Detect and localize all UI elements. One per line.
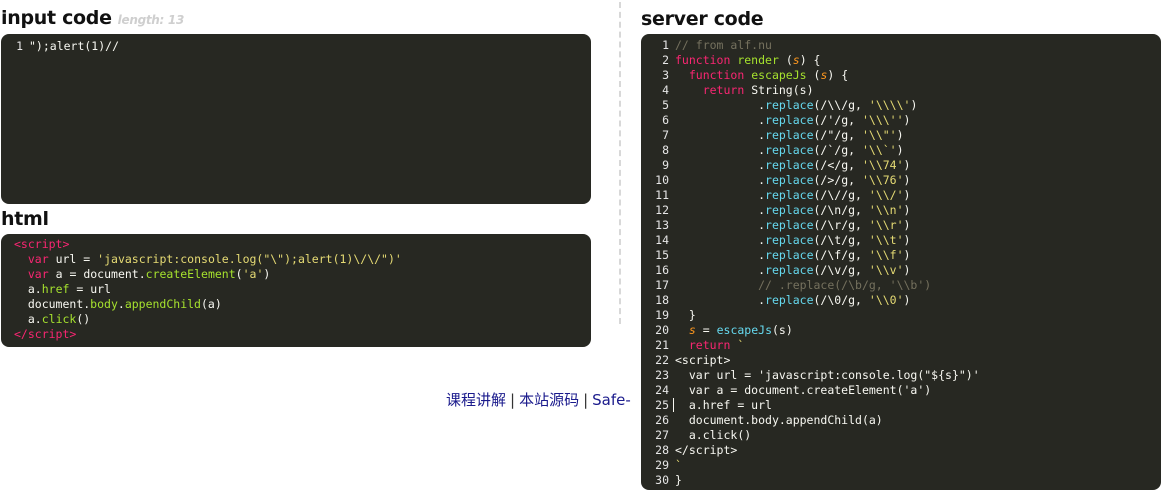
footer-separator: | [510,391,516,409]
html-output-panel: <script> var url = 'javascript:console.l… [1,234,591,347]
server-line: 4 return String(s) [662,83,814,97]
html-line: </script> [14,327,77,341]
server-line: 11 .replace(/\//g, '\\/') [655,188,911,202]
input-code-heading: input code length: 13 [1,7,184,29]
line-number: 1 [16,39,23,53]
server-line: 10 .replace(/>/g, '\\76') [655,173,911,187]
server-line: 12 .replace(/\n/g, '\\n') [655,203,911,217]
server-line: 29 ` [655,458,682,472]
text-cursor [673,398,674,412]
server-line: 3 function escapeJs (s) { [662,68,849,82]
column-divider [619,2,621,324]
server-line: 23 var url = 'javascript:console.log("${… [655,368,980,382]
html-line: document.body.appendChild(a) [27,297,222,311]
server-line: 6 .replace(/'/g, '\\\'') [662,113,911,127]
server-code-title: server code [641,8,764,30]
input-code-title: input code [1,7,112,29]
server-line: 1// from alf.nu [662,38,772,52]
input-code-text[interactable]: ");alert(1)// [29,39,119,53]
html-line: a.href = url [27,282,111,296]
server-line: 30} [655,473,682,487]
server-line: 9 .replace(/</g, '\\74') [662,158,911,172]
server-line: 19 } [655,308,696,322]
server-code-panel: 1// from alf.nu 2 function render (s) { 3… [641,34,1161,490]
server-line: 15 .replace(/\f/g, '\\f') [655,248,911,262]
server-line: 27 a.click() [655,428,752,442]
html-heading: html [1,208,49,230]
server-line: 26 document.body.appendChild(a) [655,413,883,427]
server-line: 7 .replace(/"/g, '\\"') [662,128,904,142]
html-line: var url = 'javascript:console.log("\");a… [27,252,402,266]
safe-link[interactable]: Safe- [592,391,631,409]
server-line: 28 </script> [655,443,738,457]
server-line: 16 .replace(/\v/g, '\\v') [655,263,911,277]
input-code-editor[interactable]: 1 ");alert(1)// [1,34,591,204]
html-line: var a = document.createElement('a') [27,267,271,281]
input-line: 1 ");alert(1)// [1,39,591,54]
server-line: 18 .replace(/\0/g, '\\0') [655,293,911,307]
course-link[interactable]: 课程讲解 [446,391,506,409]
server-line: 25 a.href = url [655,398,772,412]
server-line: 17 // .replace(/\b/g, '\\b') [655,278,932,292]
html-line: a.click() [27,312,91,326]
server-line: 8 .replace(/`/g, '\\`') [662,143,904,157]
server-line: 20 s = escapeJs(s) [655,323,793,337]
length-label: length: 13 [117,13,185,27]
server-line: 21 return ` [655,338,745,352]
server-line: 14 .replace(/\t/g, '\\t') [655,233,911,247]
server-line: 2 function render (s) { [662,53,821,67]
server-code-heading: server code [641,8,764,30]
html-title: html [1,208,49,230]
footer-separator: | [583,391,589,409]
server-line: 5 .replace(/\\/g, '\\\\') [662,98,918,112]
server-line: 24 var a = document.createElement('a') [655,383,932,397]
server-line: 13 .replace(/\r/g, '\\r') [655,218,911,232]
server-line: 22 <script> [655,353,731,367]
footer-links: 课程讲解 | 本站源码 | Safe- [446,389,631,410]
source-link[interactable]: 本站源码 [519,391,579,409]
html-line: <script> [14,237,70,251]
